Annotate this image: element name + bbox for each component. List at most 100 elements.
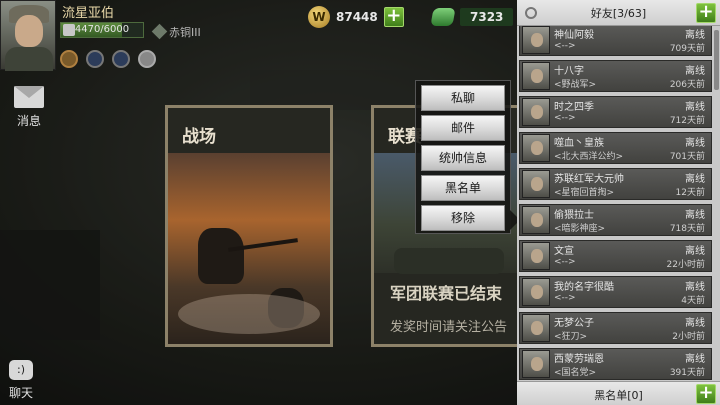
friend-group: <-->: [554, 293, 576, 303]
friend-name: 偷猥拉士: [554, 210, 594, 221]
friend-status: 离线: [685, 138, 705, 149]
medal-icon[interactable]: [60, 50, 78, 68]
friends-header: 好友[3/63] +: [517, 0, 720, 26]
medal-row: [60, 50, 156, 68]
remove-button[interactable]: 移除: [421, 205, 505, 231]
friend-row[interactable]: 噬血丶皇族 <北大西洋公约> 离线 701天前: [519, 132, 712, 164]
gem-icon: [430, 8, 456, 26]
player-name: 流星亚伯: [62, 6, 115, 21]
gold-coin-icon: W: [308, 6, 330, 28]
friend-row[interactable]: 十八字 <野战军> 离线 206天前: [519, 60, 712, 92]
friend-avatar: [522, 26, 550, 54]
friend-last-seen: 709天前: [669, 44, 705, 54]
friend-status: 离线: [685, 282, 705, 293]
medal-icon[interactable]: [86, 50, 104, 68]
smoke-shape: [178, 294, 320, 334]
friend-row[interactable]: 我的名字很酷 <--> 离线 4天前: [519, 276, 712, 308]
friend-list-scrollbar[interactable]: [714, 30, 719, 90]
add-friend-button[interactable]: +: [696, 3, 716, 23]
chat-bubble-icon: :): [9, 360, 33, 380]
messages-button[interactable]: 消息: [12, 86, 46, 129]
avatar-coat: [5, 47, 53, 71]
friend-name: 文宣: [554, 246, 574, 257]
add-blacklist-button[interactable]: +: [696, 384, 716, 404]
private-chat-button[interactable]: 私聊: [421, 85, 505, 111]
friend-group: <-->: [554, 257, 576, 267]
friend-last-seen: 4天前: [681, 296, 705, 306]
player-avatar[interactable]: [0, 0, 56, 71]
chat-button[interactable]: :) 聊天: [6, 360, 36, 401]
friend-status: 离线: [685, 30, 705, 41]
avatar-face: [15, 15, 43, 47]
friend-last-seen: 391天前: [669, 368, 705, 378]
friend-name: 苏联红军大元帅: [554, 174, 624, 185]
league-ended-text: 军团联赛已结束: [390, 284, 503, 303]
gold-display: W 87448 +: [308, 6, 404, 28]
gem-display: 7323: [430, 6, 514, 28]
friend-status: 离线: [685, 246, 705, 257]
friend-group: <-->: [554, 113, 576, 123]
add-gold-button[interactable]: +: [383, 7, 404, 27]
friend-name: 神仙阿毅: [554, 30, 594, 41]
friend-avatar: [522, 134, 550, 162]
hp-text: 4470/6000: [74, 24, 130, 35]
friend-last-seen: 718天前: [669, 224, 705, 234]
friend-avatar: [522, 242, 550, 270]
rank-icon: [151, 23, 168, 40]
friend-row[interactable]: 神仙阿毅 <--> 离线 709天前: [519, 26, 712, 56]
friend-row[interactable]: 西蒙劳瑞恩 <国名党> 离线 391天前: [519, 348, 712, 380]
friend-group: <狂刀>: [554, 332, 588, 342]
soldier-figure: [198, 228, 244, 284]
friend-name: 噬血丶皇族: [554, 138, 604, 149]
friend-avatar: [522, 98, 550, 126]
friend-list[interactable]: 神仙阿毅 <--> 离线 709天前 十八字 <野战军> 离线 206天前 时之四季 <--> 离线…: [517, 26, 720, 381]
messages-label: 消息: [16, 114, 41, 128]
friend-avatar: [522, 314, 550, 342]
medal-icon[interactable]: [138, 50, 156, 68]
friend-status: 离线: [685, 210, 705, 221]
friend-row[interactable]: 苏联红军大元帅 <星宿回首掏> 离线 12天前: [519, 168, 712, 200]
blacklist-button[interactable]: 黑名单: [421, 175, 505, 201]
friend-name: 时之四季: [554, 102, 594, 113]
friends-header-title: 好友[3/63]: [590, 7, 647, 20]
friend-avatar: [522, 278, 550, 306]
friend-avatar: [522, 170, 550, 198]
friend-name: 我的名字很酷: [554, 282, 614, 293]
player-rank: 赤铜III: [151, 23, 201, 40]
blacklist-footer: 黑名单[0] +: [517, 381, 720, 405]
friend-last-seen: 712天前: [669, 116, 705, 126]
friend-last-seen: 701天前: [669, 152, 705, 162]
friend-last-seen: 206天前: [669, 80, 705, 90]
battle-card[interactable]: 战场: [165, 105, 333, 347]
friend-avatar: [522, 350, 550, 378]
blacklist-footer-title[interactable]: 黑名单[0]: [517, 387, 720, 403]
medal-icon[interactable]: [112, 50, 130, 68]
friend-row[interactable]: 文宣 <--> 离线 22小时前: [519, 240, 712, 272]
friend-avatar: [522, 62, 550, 90]
hp-bar: 4470/6000: [60, 22, 144, 38]
chat-label: 聊天: [8, 386, 33, 400]
friend-status: 离线: [685, 102, 705, 113]
friend-avatar: [522, 206, 550, 234]
friend-name: 十八字: [554, 66, 584, 77]
friend-group: <-->: [554, 41, 576, 51]
mail-button[interactable]: 邮件: [421, 115, 505, 141]
battle-art: [168, 153, 330, 344]
friend-status: 离线: [685, 66, 705, 77]
friend-group: <国名党>: [554, 368, 597, 378]
friend-last-seen: 22小时前: [666, 260, 705, 270]
friend-row[interactable]: 偷猥拉士 <暗影神座> 离线 718天前: [519, 204, 712, 236]
friend-row[interactable]: 时之四季 <--> 离线 712天前: [519, 96, 712, 128]
friend-group: <星宿回首掏>: [554, 188, 615, 198]
friend-status: 离线: [685, 318, 705, 329]
commander-info-button[interactable]: 统帅信息: [421, 145, 505, 171]
friend-status: 离线: [685, 174, 705, 185]
friend-row[interactable]: 无梦公子 <狂刀> 离线 2小时前: [519, 312, 712, 344]
tank-shape: [394, 248, 504, 274]
rank-label: 赤铜III: [169, 26, 201, 39]
friend-name: 西蒙劳瑞恩: [554, 354, 604, 365]
friend-group: <北大西洋公约>: [554, 152, 624, 162]
friends-panel: 好友[3/63] + 神仙阿毅 <--> 离线 709天前 十八字 <野战军> 离线 206天…: [517, 0, 720, 405]
gold-value: 87448: [336, 10, 378, 24]
envelope-icon: [14, 86, 44, 108]
